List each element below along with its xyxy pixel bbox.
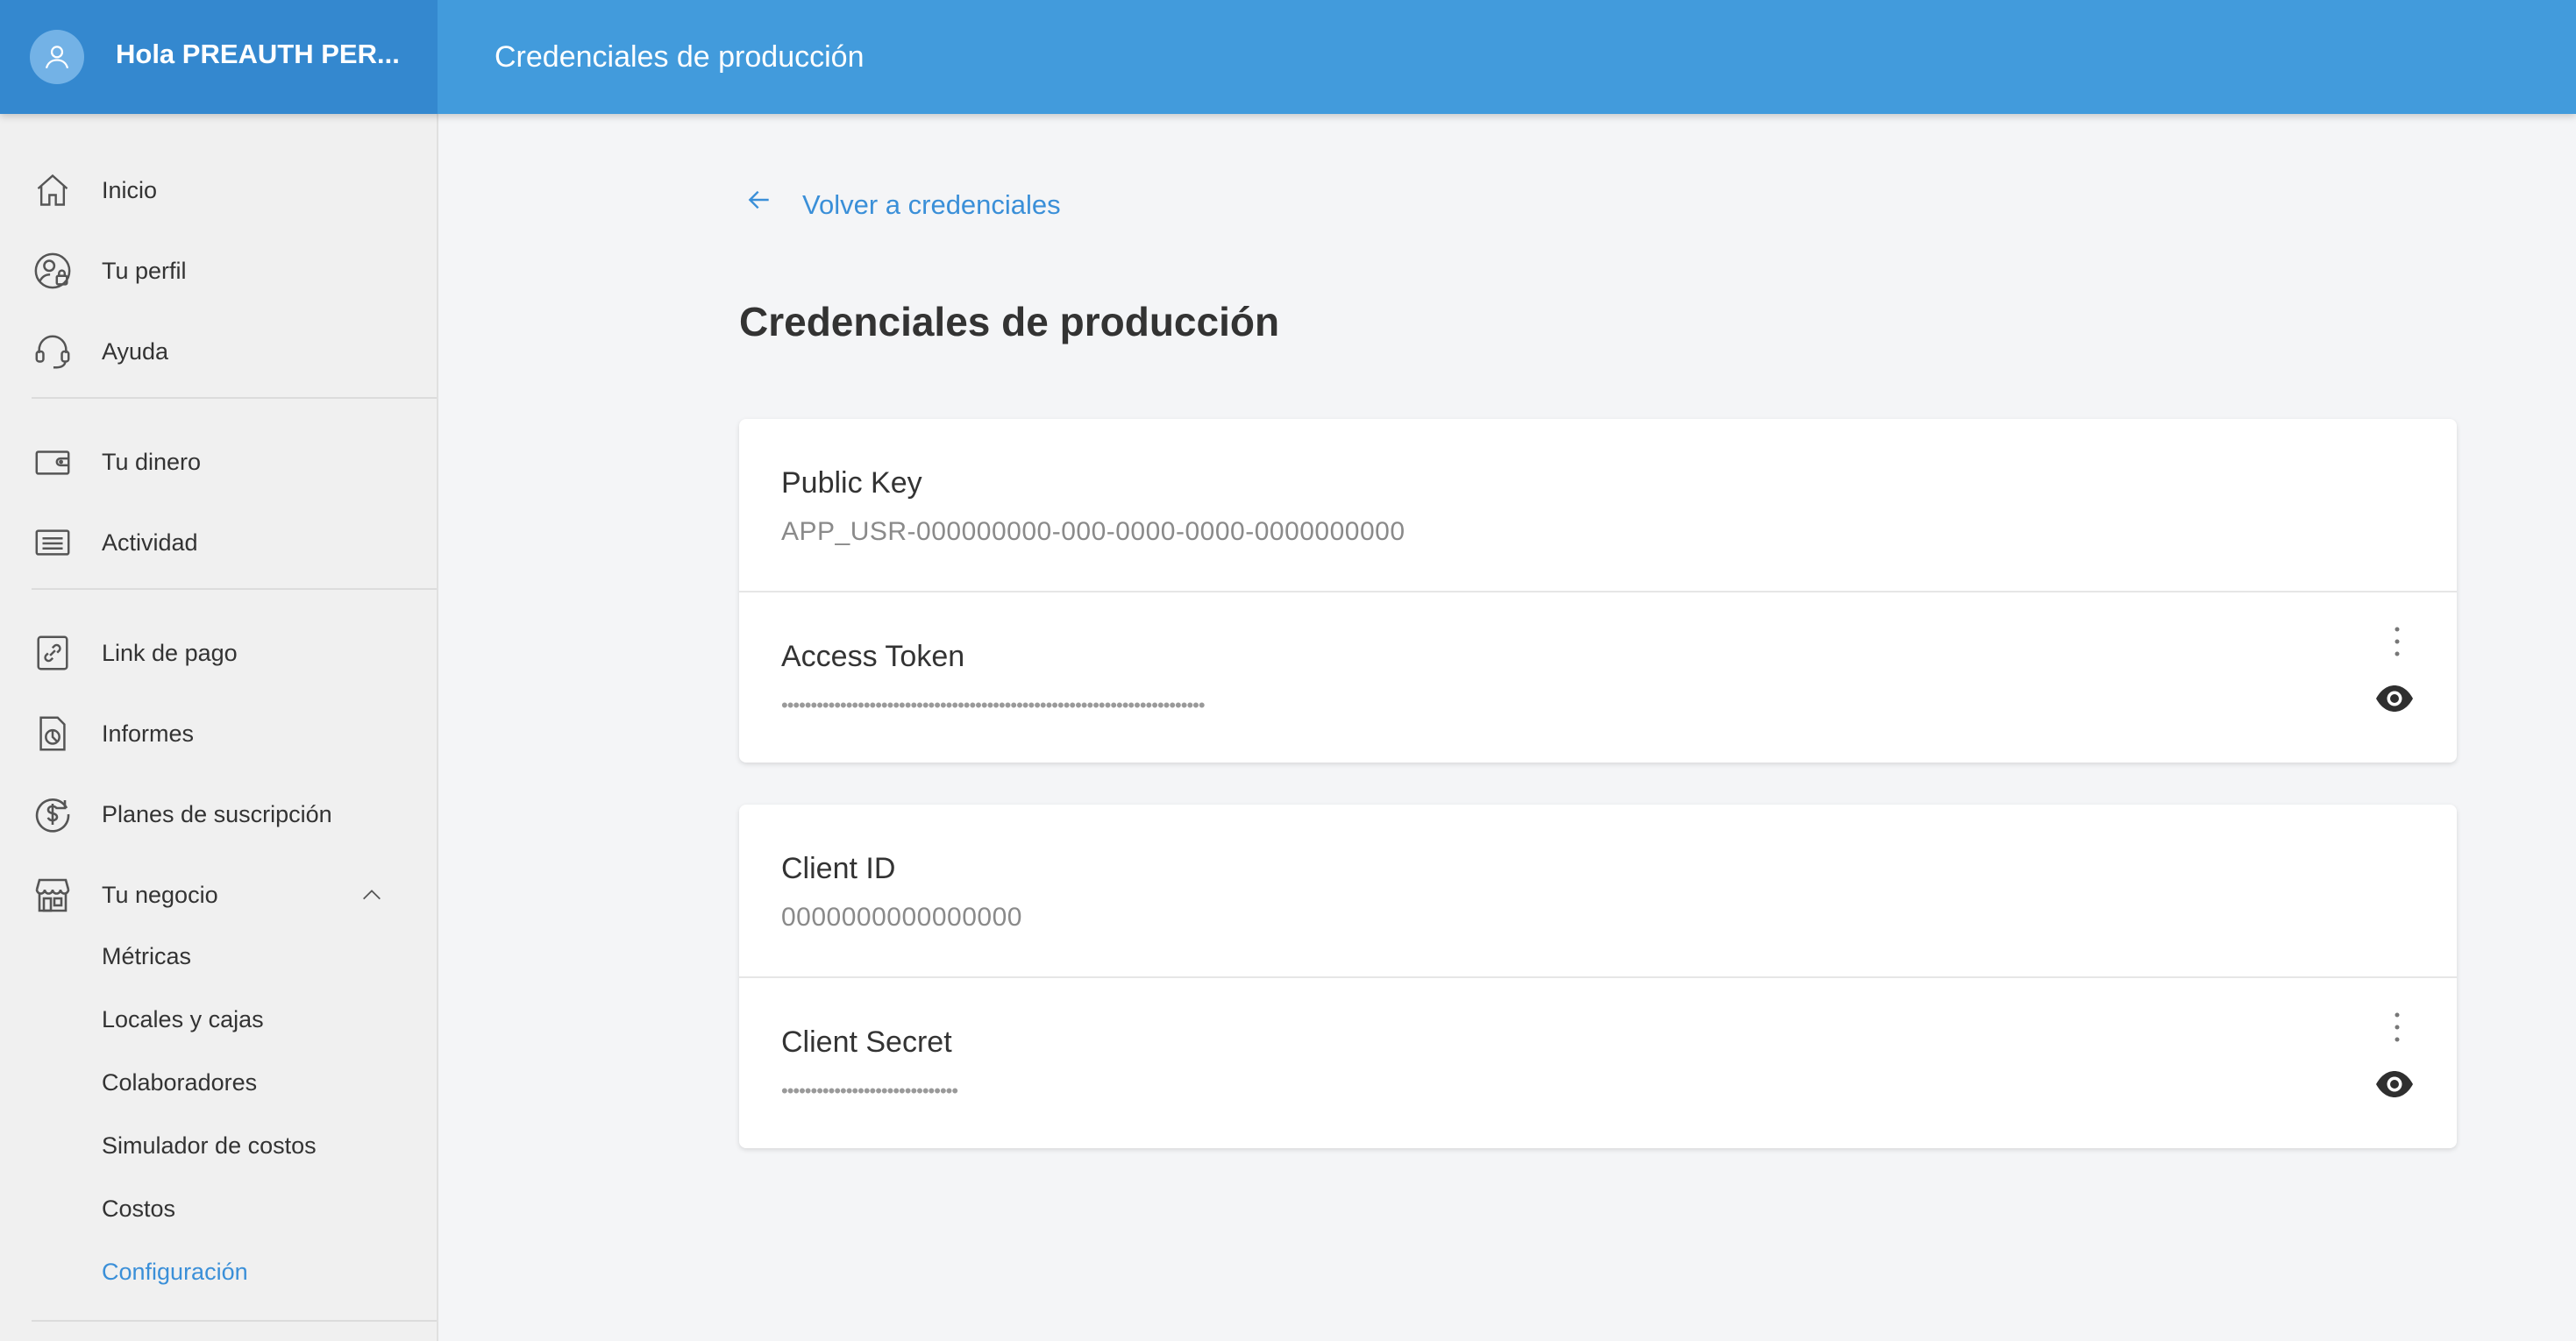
sidebar-divider	[32, 588, 437, 590]
sidebar-subitem-colaboradores[interactable]: Colaboradores	[102, 1069, 257, 1096]
sidebar-item-tu-dinero[interactable]: Tu dinero	[0, 427, 437, 497]
field-label: Access Token	[781, 640, 965, 673]
sidebar-divider	[32, 397, 437, 399]
credentials-card: Client ID 0000000000000000 Client Secret…	[739, 805, 2457, 1148]
sidebar-divider	[32, 1320, 437, 1322]
sidebar-item-inicio[interactable]: Inicio	[0, 155, 437, 225]
field-label: Public Key	[781, 466, 922, 500]
client-secret-masked-value[interactable]: ••••••••••••••••••••••••••••••	[781, 1080, 958, 1103]
sidebar-item-tu-negocio[interactable]: Tu negocio	[0, 860, 437, 930]
link-icon	[32, 632, 74, 674]
sidebar-item-label: Planes de suscripción	[102, 800, 332, 827]
sidebar-item-label: Tu dinero	[102, 448, 202, 475]
store-icon	[32, 874, 74, 916]
sidebar-item-informes[interactable]: Informes	[0, 699, 437, 769]
wallet-icon	[32, 441, 74, 483]
sidebar-subitem-locales-y-cajas[interactable]: Locales y cajas	[102, 1006, 264, 1033]
avatar[interactable]	[30, 30, 84, 84]
sidebar-item-label: Ayuda	[102, 337, 169, 365]
sidebar-item-label: Tu negocio	[102, 881, 218, 908]
access-token-masked-value[interactable]: ••••••••••••••••••••••••••••••••••••••••…	[781, 694, 1206, 717]
top-bar: Hola PREAUTH PER... Credenciales de prod…	[0, 0, 2576, 114]
eye-icon[interactable]	[2374, 684, 2415, 713]
arrow-left-icon	[748, 190, 769, 209]
back-link-label[interactable]: Volver a credenciales	[802, 189, 1061, 221]
user-header[interactable]: Hola PREAUTH PER...	[0, 0, 438, 114]
sidebar-item-planes-de-suscripcion[interactable]: Planes de suscripción	[0, 779, 437, 849]
sidebar: Inicio Tu perfil Ayuda Tu dinero Activid…	[0, 114, 438, 1341]
field-label: Client Secret	[781, 1025, 952, 1059]
credential-row-client-id: Client ID 0000000000000000	[739, 805, 2457, 978]
sidebar-subitem-metricas[interactable]: Métricas	[102, 943, 191, 970]
profile-lock-icon	[32, 250, 74, 292]
page-title: Credenciales de producción	[739, 299, 1280, 344]
more-options-icon[interactable]	[2388, 1010, 2406, 1045]
home-icon	[32, 169, 74, 211]
user-greeting: Hola PREAUTH PER...	[116, 39, 400, 69]
credentials-card: Public Key APP_USR-000000000-000-0000-00…	[739, 419, 2457, 763]
sidebar-item-link-de-pago[interactable]: Link de pago	[0, 618, 437, 688]
credential-row-public-key: Public Key APP_USR-000000000-000-0000-00…	[739, 419, 2457, 592]
dollar-circle-icon	[32, 793, 74, 835]
report-icon	[32, 713, 74, 755]
sidebar-item-label: Tu perfil	[102, 257, 187, 284]
sidebar-item-label: Inicio	[102, 176, 158, 203]
sidebar-item-label: Link de pago	[102, 639, 238, 666]
list-icon	[32, 522, 74, 564]
client-id-value[interactable]: 0000000000000000	[781, 903, 1022, 933]
sidebar-subitem-configuracion[interactable]: Configuración	[102, 1259, 248, 1286]
eye-icon[interactable]	[2374, 1069, 2415, 1099]
user-icon	[45, 46, 69, 69]
credential-row-access-token: Access Token •••••••••••••••••••••••••••…	[739, 592, 2457, 764]
field-label: Client ID	[781, 852, 896, 885]
sidebar-item-label: Actividad	[102, 529, 198, 556]
sidebar-item-tu-perfil[interactable]: Tu perfil	[0, 236, 437, 306]
public-key-value[interactable]: APP_USR-000000000-000-0000-0000-00000000…	[781, 517, 1405, 547]
chevron-up-icon[interactable]	[359, 883, 384, 907]
sidebar-subitem-costos[interactable]: Costos	[102, 1196, 175, 1223]
sidebar-item-label: Informes	[102, 720, 195, 747]
headset-icon	[32, 330, 74, 372]
more-options-icon[interactable]	[2388, 624, 2406, 659]
header-title: Credenciales de producción	[495, 40, 865, 74]
credential-row-client-secret: Client Secret ••••••••••••••••••••••••••…	[739, 978, 2457, 1150]
sidebar-subitem-simulador-de-costos[interactable]: Simulador de costos	[102, 1132, 317, 1160]
back-link[interactable]	[745, 186, 773, 214]
sidebar-item-actividad[interactable]: Actividad	[0, 507, 437, 578]
sidebar-item-ayuda[interactable]: Ayuda	[0, 316, 437, 387]
